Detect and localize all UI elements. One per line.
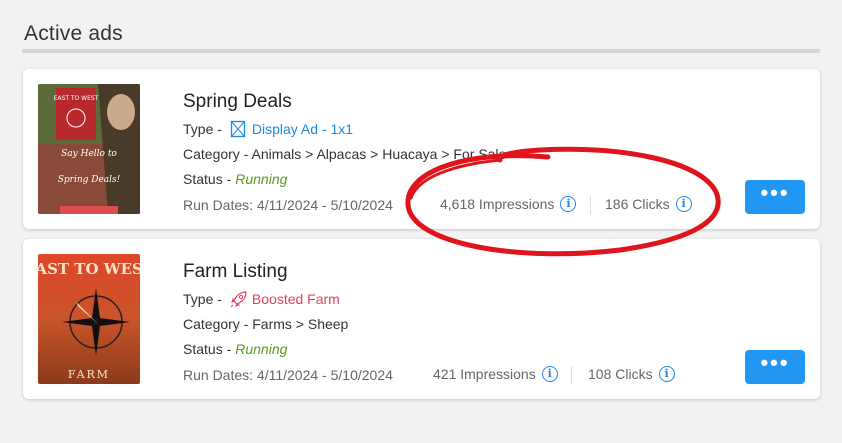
metric-divider [590,196,591,214]
thumb-headline-2: Spring Deals! [58,175,121,185]
ad-title[interactable]: Farm Listing [183,261,288,283]
ad-card-spring-deals: EAST TO WEST Say Hello to Spring Deals! … [23,69,820,229]
ad-type-link[interactable]: Boosted Farm [252,291,340,307]
info-icon[interactable]: i [560,196,577,212]
section-divider [22,49,820,53]
impressions-metric: 421 Impressions i [433,366,558,382]
impressions-value: 421 Impressions [433,366,536,382]
type-prefix: Type - [183,121,222,137]
clicks-metric: 186 Clicks i [605,196,692,212]
info-icon[interactable]: i [541,366,558,382]
ad-title[interactable]: Spring Deals [183,91,292,113]
thumb-farm-text: FARM [68,368,110,381]
status-prefix: Status - [183,341,232,357]
ad-type-row: Type - Display Ad - 1x1 [183,120,353,138]
clicks-metric: 108 Clicks i [588,366,675,382]
ad-type-row: Type - Boosted Farm [183,290,340,308]
ad-run-dates: Run Dates: 4/11/2024 - 5/10/2024 [183,367,393,383]
thumb-logo-text: EAST TO WEST [38,260,140,278]
more-options-button[interactable]: ••• [745,350,805,384]
clicks-value: 108 Clicks [588,366,653,382]
impressions-value: 4,618 Impressions [440,196,555,212]
ad-card-farm-listing: EAST TO WEST FARM Farm Listing Type - Bo… [23,239,820,399]
more-options-button[interactable]: ••• [745,180,805,214]
ad-status-row: Status - Running [183,171,287,187]
impressions-metric: 4,618 Impressions i [440,196,577,212]
thumb-headline: Say Hello to [61,149,117,159]
ad-category: Category - Farms > Sheep [183,316,349,332]
info-icon[interactable]: i [658,366,675,382]
ad-category: Category - Animals > Alpacas > Huacaya >… [183,146,507,162]
section-title: Active ads [24,22,123,45]
ad-type-link[interactable]: Display Ad - 1x1 [252,121,353,137]
ad-run-dates: Run Dates: 4/11/2024 - 5/10/2024 [183,197,393,213]
clicks-value: 186 Clicks [605,196,670,212]
status-badge: Running [235,341,288,357]
ad-status-row: Status - Running [183,341,287,357]
status-prefix: Status - [183,171,232,187]
display-ad-icon [230,120,246,138]
info-icon[interactable]: i [675,196,692,212]
ad-thumbnail-spring-deals[interactable]: EAST TO WEST Say Hello to Spring Deals! [38,84,140,214]
status-badge: Running [235,171,288,187]
type-prefix: Type - [183,291,222,307]
rocket-icon [230,290,247,308]
thumb-logo-text: EAST TO WEST [54,95,99,102]
ad-thumbnail-farm-listing[interactable]: EAST TO WEST FARM [38,254,140,384]
metric-divider [571,366,572,384]
